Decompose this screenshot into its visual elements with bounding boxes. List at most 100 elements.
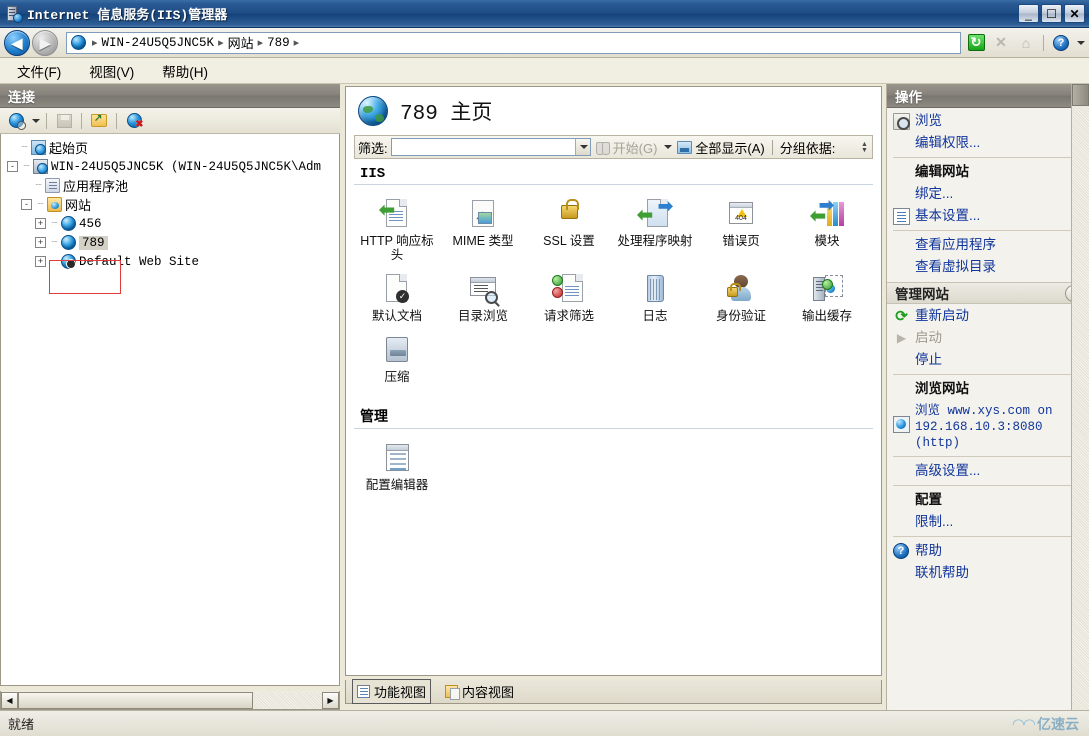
home-button[interactable]: ⌂ bbox=[1015, 32, 1037, 54]
tree-label: 应用程序池 bbox=[63, 179, 129, 194]
feature-configuration-editor[interactable]: 配置编辑器 bbox=[354, 437, 440, 498]
scroll-right-button[interactable]: ▶ bbox=[322, 691, 339, 709]
scroll-track[interactable] bbox=[18, 691, 322, 709]
action-label: 浏览 www.xys.com on 192.168.10.3:8080 (htt… bbox=[915, 404, 1053, 450]
action-label: 限制... bbox=[915, 514, 954, 529]
sites-folder-icon bbox=[47, 197, 62, 212]
iis-manager-window: Internet 信息服务(IIS)管理器 _ ☐ ✕ ◀ ▶ ▸ WIN-24… bbox=[0, 0, 1089, 736]
breadcrumb[interactable]: ▸ WIN-24U5Q5JNC5K ▸ 网站 ▸ 789 ▸ bbox=[66, 31, 961, 54]
feature-request-filtering[interactable]: 请求筛选 bbox=[526, 268, 612, 329]
filter-scroll-arrows[interactable]: ▲ ▼ bbox=[859, 139, 870, 156]
scroll-thumb[interactable] bbox=[18, 691, 253, 709]
action-start: ▶ 启动 bbox=[887, 327, 1086, 349]
action-edit-permissions[interactable]: 编辑权限... bbox=[887, 132, 1086, 154]
action-help[interactable]: ? 帮助 bbox=[887, 540, 1086, 562]
filter-input[interactable] bbox=[390, 138, 591, 156]
tree-toggle[interactable]: - bbox=[21, 199, 32, 210]
breadcrumb-sites[interactable]: 网站 bbox=[228, 33, 254, 52]
feature-modules[interactable]: ➡ ⬅ 模块 bbox=[784, 193, 870, 268]
filter-start-button[interactable]: 开始(G) bbox=[594, 138, 660, 157]
toolbar-divider bbox=[81, 112, 82, 129]
feature-error-pages[interactable]: 404 错误页 bbox=[698, 193, 784, 268]
action-basic-settings[interactable]: 基本设置... bbox=[887, 205, 1086, 227]
refresh-button[interactable] bbox=[965, 32, 987, 54]
feature-authentication[interactable]: 身份验证 bbox=[698, 268, 784, 329]
site-icon bbox=[61, 235, 76, 250]
features-view-icon bbox=[357, 685, 370, 698]
tree-horizontal-scrollbar[interactable]: ◀ ▶ bbox=[0, 691, 340, 710]
tree-label: 起始页 bbox=[49, 141, 89, 156]
forward-button[interactable]: ▶ bbox=[32, 29, 58, 56]
menu-file[interactable]: 文件(F) bbox=[14, 59, 64, 83]
feature-directory-browsing[interactable]: 目录浏览 bbox=[440, 268, 526, 329]
stop-button[interactable]: ✕ bbox=[990, 32, 1012, 54]
action-restart[interactable]: ⟳ 重新启动 bbox=[887, 304, 1086, 327]
action-view-virtual-directories[interactable]: 查看虚拟目录 bbox=[887, 256, 1086, 278]
feature-mime-types[interactable]: MIME 类型 bbox=[440, 193, 526, 268]
feature-ssl-settings[interactable]: SSL 设置 bbox=[526, 193, 612, 268]
action-view-applications[interactable]: 查看应用程序 bbox=[887, 234, 1086, 256]
tab-features-view[interactable]: 功能视图 bbox=[352, 679, 432, 704]
tree-item-server[interactable]: - ┈ WIN-24U5Q5JNC5K (WIN-24U5Q5JNC5K\Adm bbox=[5, 157, 339, 176]
actions-divider bbox=[893, 456, 1080, 457]
breadcrumb-server[interactable]: WIN-24U5Q5JNC5K bbox=[102, 36, 215, 50]
toolbar-divider bbox=[1043, 34, 1044, 51]
action-browse[interactable]: 浏览 bbox=[887, 108, 1086, 132]
tab-content-view[interactable]: 内容视图 bbox=[441, 680, 518, 703]
tree-toggle[interactable]: + bbox=[35, 237, 46, 248]
connect-globe-button[interactable] bbox=[5, 110, 27, 132]
tree-item-app-pools[interactable]: ┈ 应用程序池 bbox=[5, 176, 339, 195]
address-bar: ◀ ▶ ▸ WIN-24U5Q5JNC5K ▸ 网站 ▸ 789 ▸ ✕ ⌂ ? bbox=[0, 28, 1089, 58]
tree-toggle[interactable]: - bbox=[7, 161, 18, 172]
action-label: 查看虚拟目录 bbox=[915, 259, 996, 274]
close-button[interactable]: ✕ bbox=[1064, 4, 1085, 23]
breadcrumb-site[interactable]: 789 bbox=[267, 36, 290, 50]
right-vertical-scrollbar[interactable] bbox=[1071, 84, 1089, 710]
action-online-help[interactable]: 联机帮助 bbox=[887, 562, 1086, 584]
menu-view[interactable]: 视图(V) bbox=[86, 59, 137, 83]
show-all-button[interactable]: 全部显示(A) bbox=[675, 138, 766, 157]
maximize-button[interactable]: ☐ bbox=[1041, 4, 1062, 23]
feature-compression[interactable]: 压缩 bbox=[354, 329, 440, 390]
filter-dropdown-button[interactable] bbox=[574, 139, 590, 155]
iis-feature-grid: ⬅ HTTP 响应标头 MIME 类型 SSL 设置 ➡⬅ bbox=[346, 185, 881, 390]
tree-item-sites[interactable]: - ┈ 网站 bbox=[5, 195, 339, 214]
tree-item-start-page[interactable]: ┈ 起始页 bbox=[5, 138, 339, 157]
action-label: 停止 bbox=[915, 352, 942, 367]
chevron-down-icon[interactable] bbox=[664, 145, 673, 149]
action-limits[interactable]: 限制... bbox=[887, 511, 1086, 533]
scroll-left-button[interactable]: ◀ bbox=[1, 691, 18, 709]
save-connection-button[interactable] bbox=[53, 110, 75, 132]
feature-logging[interactable]: 日志 bbox=[612, 268, 698, 329]
chevron-down-icon[interactable] bbox=[1077, 40, 1085, 45]
group-by-button[interactable]: 分组依据: bbox=[778, 138, 838, 157]
tree-toggle[interactable]: + bbox=[35, 218, 46, 229]
disconnect-button[interactable] bbox=[123, 110, 145, 132]
tree-toggle[interactable]: + bbox=[35, 256, 46, 267]
tree-item-site-789[interactable]: + ┈ 789 bbox=[5, 233, 339, 252]
tree-item-default-web-site[interactable]: + ┈ Default Web Site bbox=[5, 252, 339, 271]
scroll-thumb[interactable] bbox=[1072, 84, 1089, 106]
feature-default-document[interactable]: ✓ 默认文档 bbox=[354, 268, 440, 329]
open-connection-button[interactable] bbox=[88, 110, 110, 132]
back-button[interactable]: ◀ bbox=[4, 29, 30, 56]
menu-help[interactable]: 帮助(H) bbox=[159, 59, 211, 83]
action-advanced-settings[interactable]: 高级设置... bbox=[887, 460, 1086, 482]
action-bindings[interactable]: 绑定... bbox=[887, 183, 1086, 205]
connections-tree[interactable]: ┈ 起始页 - ┈ WIN-24U5Q5JNC5K (WIN-24U5Q5JNC… bbox=[0, 134, 340, 686]
feature-http-response-headers[interactable]: ⬅ HTTP 响应标头 bbox=[354, 193, 440, 268]
feature-output-caching[interactable]: 输出缓存 bbox=[784, 268, 870, 329]
help-button[interactable]: ? bbox=[1050, 32, 1072, 54]
feature-handler-mappings[interactable]: ➡ ⬅ 处理程序映射 bbox=[612, 193, 698, 268]
start-page-icon bbox=[31, 140, 46, 155]
feature-label: 错误页 bbox=[722, 234, 760, 248]
action-stop[interactable]: 停止 bbox=[887, 349, 1086, 371]
chevron-down-icon[interactable] bbox=[32, 118, 40, 123]
minimize-button[interactable]: _ bbox=[1018, 4, 1039, 23]
tree-item-site-456[interactable]: + ┈ 456 bbox=[5, 214, 339, 233]
action-browse-site-link[interactable]: 浏览 www.xys.com on 192.168.10.3:8080 (htt… bbox=[887, 400, 1086, 453]
app-pool-icon bbox=[45, 178, 60, 193]
